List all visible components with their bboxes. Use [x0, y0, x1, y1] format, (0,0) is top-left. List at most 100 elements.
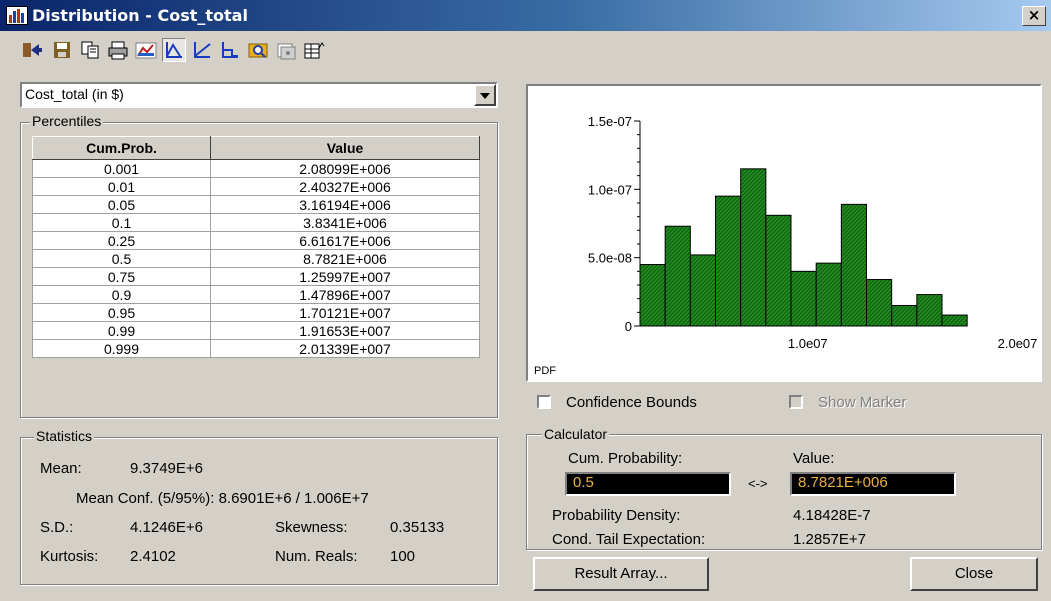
- value-cell: 6.61617E+006: [210, 231, 480, 250]
- cum-prob-cell: 0.75: [32, 267, 211, 286]
- confidence-bounds-label: Confidence Bounds: [566, 394, 697, 411]
- histogram-bar: [916, 294, 943, 327]
- cum-prob-cell: 0.1: [32, 213, 211, 232]
- pdf-chart: 1.5e-07 1.0e-07 5.0e-08 0 1.0e07 2.0e07 PDF: [534, 114, 1038, 377]
- histogram-bar: [715, 195, 742, 327]
- value-input[interactable]: 8.7821E+006: [790, 472, 956, 496]
- confidence-bounds-checkbox[interactable]: [537, 395, 551, 409]
- histogram-bar: [815, 262, 842, 327]
- cum-prob-cell: 0.9: [32, 285, 211, 304]
- mean-conf: Mean Conf. (5/95%): 8.6901E+6 / 1.006E+7: [76, 490, 369, 507]
- cdf-icon[interactable]: [190, 38, 214, 62]
- variable-select[interactable]: Cost_total (in $): [20, 82, 498, 108]
- mean-label: Mean:: [40, 460, 82, 477]
- chevron-down-icon[interactable]: [474, 84, 496, 106]
- sd-value: 4.1246E+6: [130, 519, 203, 536]
- value-cell: 3.8341E+006: [210, 213, 480, 232]
- kurtosis-label: Kurtosis:: [40, 548, 99, 565]
- cum-prob-cell: 0.99: [32, 321, 211, 340]
- y-tick-label: 0: [625, 319, 632, 334]
- header-value[interactable]: Value: [210, 136, 480, 160]
- value-cell: 1.91653E+007: [210, 321, 480, 340]
- table-row[interactable]: 0.5 8.7821E+006: [32, 249, 480, 268]
- close-window-button[interactable]: ×: [1022, 6, 1046, 26]
- cum-prob-cell: 0.5: [32, 249, 211, 268]
- y-tick-label: 1.5e-07: [588, 114, 632, 129]
- calculator-label: Calculator: [542, 426, 610, 442]
- table-row[interactable]: 0.99 1.91653E+007: [32, 321, 480, 340]
- cum-prob-cell: 0.95: [32, 303, 211, 322]
- cum-probability-input[interactable]: 0.5: [565, 472, 731, 496]
- chart-panel: 1.5e-07 1.0e-07 5.0e-08 0 1.0e07 2.0e07 PDF: [526, 84, 1042, 382]
- ccdf-icon[interactable]: [218, 38, 242, 62]
- table-icon[interactable]: [302, 38, 326, 62]
- table-row[interactable]: 0.9 1.47896E+007: [32, 285, 480, 304]
- statistics-label: Statistics: [34, 428, 95, 444]
- cum-probability-label: Cum. Probability:: [568, 450, 683, 467]
- value-cell: 2.40327E+006: [210, 177, 480, 196]
- save-icon[interactable]: [50, 38, 74, 62]
- kurtosis-value: 2.4102: [130, 548, 176, 565]
- table-row[interactable]: 0.999 2.01339E+007: [32, 339, 480, 358]
- histogram-bar: [765, 214, 792, 327]
- header-cum-prob[interactable]: Cum.Prob.: [32, 136, 211, 160]
- view-icon[interactable]: [246, 38, 270, 62]
- print-icon[interactable]: [106, 38, 130, 62]
- y-tick-label: 1.0e-07: [588, 182, 632, 197]
- table-row[interactable]: 0.01 2.40327E+006: [32, 177, 480, 196]
- swap-arrow: <->: [748, 476, 768, 491]
- percentiles-table-wrapper: Cum.Prob. Value 0.001 2.08099E+006 0.01 2.4…: [32, 136, 480, 358]
- histogram-bar: [941, 314, 968, 327]
- cond-tail-expectation-label: Cond. Tail Expectation:: [552, 531, 706, 548]
- cum-prob-cell: 0.05: [32, 195, 211, 214]
- value-cell: 2.01339E+007: [210, 339, 480, 358]
- value-cell: 1.25997E+007: [210, 267, 480, 286]
- cum-prob-cell: 0.999: [32, 339, 211, 358]
- table-row[interactable]: 0.001 2.08099E+006: [32, 159, 480, 178]
- y-tick-label: 5.0e-08: [588, 251, 632, 266]
- percentiles-label: Percentiles: [30, 113, 104, 129]
- table-row[interactable]: 0.75 1.25997E+007: [32, 267, 480, 286]
- variable-select-value: Cost_total (in $): [25, 86, 124, 102]
- histogram-bar: [840, 203, 868, 327]
- table-row[interactable]: 0.05 3.16194E+006: [32, 195, 480, 214]
- result-array-button[interactable]: Result Array...: [533, 557, 709, 591]
- cum-prob-cell: 0.25: [32, 231, 211, 250]
- graph-settings-icon[interactable]: [134, 38, 158, 62]
- table-row[interactable]: 0.95 1.70121E+007: [32, 303, 480, 322]
- histogram-bar: [790, 270, 817, 327]
- num-reals-label: Num. Reals:: [275, 548, 358, 565]
- value-label: Value:: [793, 450, 835, 467]
- histogram-bar: [891, 305, 918, 327]
- pdf-icon[interactable]: [162, 38, 186, 62]
- close-button[interactable]: Close: [910, 557, 1038, 591]
- histogram-bar: [639, 264, 666, 327]
- sd-label: S.D.:: [40, 519, 74, 536]
- histogram-bar: [664, 225, 691, 327]
- export-icon[interactable]: [20, 38, 44, 62]
- probability-density-value: 4.18428E-7: [793, 507, 871, 524]
- skewness-value: 0.35133: [390, 519, 445, 536]
- cum-prob-cell: 0.001: [32, 159, 211, 178]
- x-tick-label: 2.0e07: [998, 336, 1038, 351]
- app-icon: [6, 6, 28, 25]
- value-cell: 1.47896E+007: [210, 285, 480, 304]
- percentiles-table: Cum.Prob. Value 0.001 2.08099E+006 0.01 2.4…: [32, 136, 480, 358]
- table-row[interactable]: 0.25 6.61617E+006: [32, 231, 480, 250]
- properties-icon[interactable]: [274, 38, 298, 62]
- histogram-bar: [740, 168, 767, 327]
- histogram-bar: [689, 254, 717, 327]
- chart-type-label: PDF: [534, 365, 556, 377]
- cum-prob-cell: 0.01: [32, 177, 211, 196]
- show-marker-checkbox[interactable]: [789, 395, 803, 409]
- table-row[interactable]: 0.1 3.8341E+006: [32, 213, 480, 232]
- show-marker-label: Show Marker: [818, 394, 907, 411]
- value-cell: 3.16194E+006: [210, 195, 480, 214]
- cond-tail-expectation-value: 1.2857E+7: [793, 531, 866, 548]
- value-cell: 8.7821E+006: [210, 249, 480, 268]
- histogram-bar: [866, 279, 893, 327]
- copy-icon[interactable]: [78, 38, 102, 62]
- num-reals-value: 100: [390, 548, 416, 565]
- value-cell: 2.08099E+006: [210, 159, 480, 178]
- probability-density-label: Probability Density:: [552, 507, 681, 524]
